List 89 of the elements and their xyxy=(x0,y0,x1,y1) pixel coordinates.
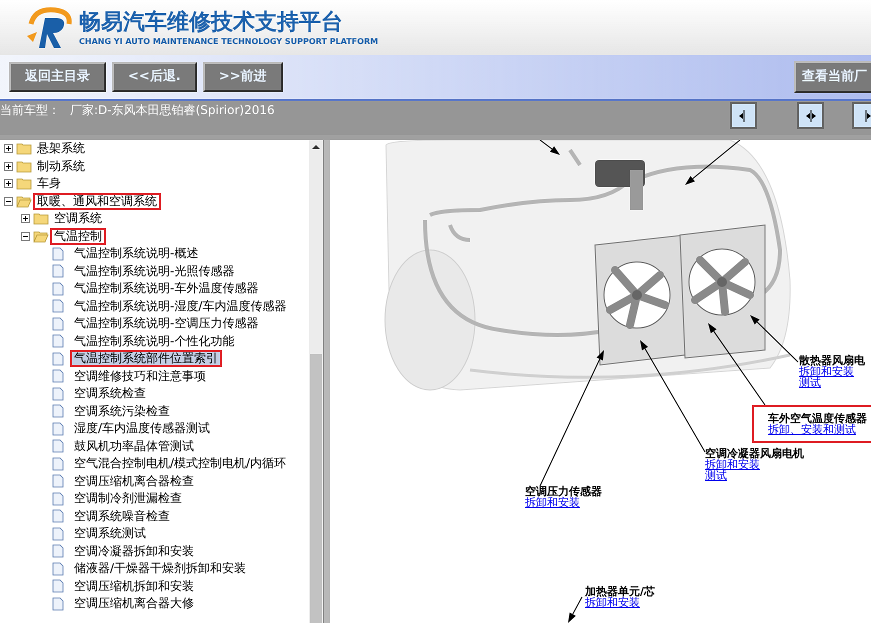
tree-page-item[interactable]: 空调系统检查 xyxy=(72,387,148,400)
diagram-link[interactable]: 拆卸和安装 xyxy=(525,497,602,508)
tree-folder-label[interactable]: 悬架系统 xyxy=(35,142,87,156)
current-model-label: 当前车型： xyxy=(0,102,60,119)
document-icon xyxy=(52,509,64,524)
tree-page-item[interactable]: 气温控制系统说明-湿度/车内温度传感器 xyxy=(72,300,288,313)
folder-icon xyxy=(33,230,49,243)
tree-page-item[interactable]: 空调系统噪音检查 xyxy=(72,510,172,523)
platform-subtitle: CHANG YI AUTO MAINTENANCE TECHNOLOGY SUPPORT PLATFORM xyxy=(79,36,378,46)
scroll-thumb[interactable] xyxy=(310,354,322,623)
diagram-link[interactable]: 拆卸和安装 xyxy=(585,597,656,608)
tree-page-item[interactable]: 空调冷凝器拆卸和安装 xyxy=(72,544,196,558)
tree-page-item[interactable]: 空调压缩机离合器检查 xyxy=(72,474,196,488)
tree-page-item[interactable]: 储液器/干燥器干燥剂拆卸和安装 xyxy=(72,562,248,576)
tree-page-item[interactable]: 空调制冷剂泄漏检查 xyxy=(72,492,184,506)
component-name: 散热器风扇电 xyxy=(799,355,865,366)
diagram-link[interactable]: 拆卸和安装 xyxy=(799,366,865,377)
diagram-link[interactable]: 测试 xyxy=(705,470,804,481)
document-icon xyxy=(52,369,64,384)
document-icon xyxy=(52,474,64,488)
folder-icon xyxy=(16,177,32,190)
component-name: 空调压力传感器 xyxy=(525,486,602,497)
nav-button[interactable]: 返回主目录 xyxy=(9,62,106,92)
document-icon xyxy=(52,439,64,454)
tree-page-item[interactable]: 气温控制系统说明-车外温度传感器 xyxy=(72,282,260,296)
tree-page-item[interactable]: 空调系统污染检查 xyxy=(72,404,172,418)
tree-page-item[interactable]: 气温控制系统说明-光照传感器 xyxy=(72,264,236,278)
collapse-icon[interactable] xyxy=(21,232,30,241)
tree-folder-label[interactable]: 气温控制 xyxy=(52,230,104,243)
document-icon xyxy=(52,334,64,348)
platform-title: 畅易汽车维修技术支持平台 xyxy=(79,8,344,36)
document-icon xyxy=(52,562,64,576)
tree-page-item[interactable]: 鼓风机功率晶体管测试 xyxy=(72,440,196,453)
tree-page-item[interactable]: 气温控制系统说明-空调压力传感器 xyxy=(72,317,260,330)
current-model: 厂家:D-东风本田思铂睿(Spirior)2016 xyxy=(70,102,275,119)
tree-page-item[interactable]: 气温控制系统说明-概述 xyxy=(72,247,200,260)
nav-button[interactable]: >>前进 xyxy=(202,62,283,92)
nav-button[interactable]: <<后退. xyxy=(112,62,197,92)
component-name: 加热器单元/芯 xyxy=(585,586,656,597)
diagram-link[interactable]: 测试 xyxy=(799,377,865,388)
document-icon xyxy=(52,386,64,401)
leader-line xyxy=(568,596,582,623)
tree-folder-label[interactable]: 取暖、通风和空调系统 xyxy=(35,194,159,208)
expand-icon[interactable] xyxy=(21,214,30,224)
left-panel-icon[interactable] xyxy=(730,102,757,129)
tree-folder-label[interactable]: 空调系统 xyxy=(52,212,104,226)
document-icon xyxy=(52,544,64,558)
tree-folder-label[interactable]: 车身 xyxy=(35,177,63,190)
folder-icon xyxy=(16,194,32,208)
folder-icon xyxy=(16,160,32,173)
right-panel-icon[interactable] xyxy=(852,102,871,129)
document-icon xyxy=(52,246,64,261)
tree-page-item[interactable]: 湿度/车内温度传感器测试 xyxy=(72,422,212,436)
tree-page-item[interactable]: 空调系统测试 xyxy=(72,527,148,540)
document-icon xyxy=(52,456,64,471)
diagram-link[interactable]: 拆卸、安装和测试 xyxy=(768,424,867,435)
document-icon xyxy=(52,492,64,506)
document-icon xyxy=(52,299,64,314)
document-icon xyxy=(52,352,64,366)
split-panel-icon[interactable] xyxy=(797,102,824,129)
expand-icon[interactable] xyxy=(4,144,13,154)
leader-line xyxy=(685,140,740,185)
expand-icon[interactable] xyxy=(4,162,13,171)
folder-icon xyxy=(33,212,49,226)
document-icon xyxy=(52,264,64,278)
document-icon xyxy=(52,282,64,296)
component-name: 空调冷凝器风扇电机 xyxy=(705,448,804,459)
expand-icon[interactable] xyxy=(4,179,13,188)
tree-folder-label[interactable]: 制动系统 xyxy=(35,160,87,173)
document-icon xyxy=(52,404,64,418)
logo-icon xyxy=(25,6,73,50)
document-icon xyxy=(52,422,64,436)
tree-page-item[interactable]: 空调压缩机拆卸和安装 xyxy=(72,580,196,593)
document-icon xyxy=(52,596,64,611)
view-manufacturer-button[interactable]: 查看当前厂 xyxy=(794,61,871,93)
scrollbar[interactable] xyxy=(309,140,323,623)
folder-icon xyxy=(16,142,32,156)
diagram-link[interactable]: 拆卸和安装 xyxy=(705,459,804,470)
component-name: 车外空气温度传感器 xyxy=(768,413,867,424)
leader-line xyxy=(540,140,560,155)
tree-page-item[interactable]: 气温控制系统部件位置索引 xyxy=(72,352,220,366)
collapse-icon[interactable] xyxy=(4,196,13,206)
document-icon xyxy=(52,579,64,594)
document-icon xyxy=(52,316,64,331)
tree-page-item[interactable]: 空调维修技巧和注意事项 xyxy=(72,370,208,383)
tree-page-item[interactable]: 气温控制系统说明-个性化功能 xyxy=(72,334,236,348)
tree-page-item[interactable]: 空调压缩机离合器大修 xyxy=(72,597,196,610)
document-icon xyxy=(52,526,64,541)
tree-page-item[interactable]: 空气混合控制电机/模式控制电机/内循环 xyxy=(72,457,288,470)
